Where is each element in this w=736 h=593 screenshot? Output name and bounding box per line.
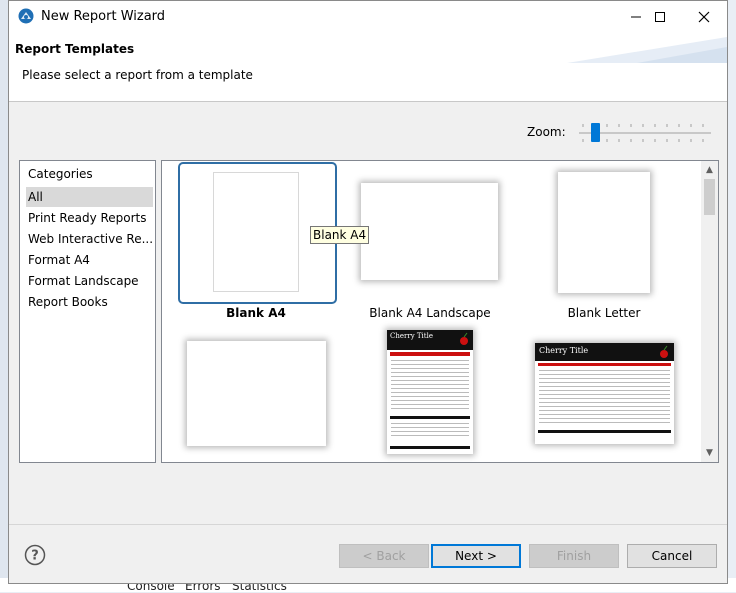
cancel-button[interactable]: Cancel xyxy=(627,544,717,568)
cherry-icon xyxy=(660,345,668,358)
scroll-up-icon[interactable]: ▲ xyxy=(704,163,715,177)
template-thumbnail xyxy=(187,341,326,446)
new-report-wizard-dialog: New Report Wizard Report Templates Pleas… xyxy=(8,0,728,584)
zoom-slider[interactable] xyxy=(579,121,711,145)
template-thumbnail: Cherry Title xyxy=(535,343,674,444)
button-bar-separator xyxy=(9,524,727,525)
title-bar: New Report Wizard xyxy=(9,1,727,33)
page-title: Report Templates xyxy=(15,42,135,56)
maximize-button[interactable] xyxy=(637,1,683,33)
next-button[interactable]: Next > xyxy=(431,544,521,568)
template-label: Blank Letter xyxy=(567,306,641,320)
cherry-title-text: Cherry Title xyxy=(390,332,433,340)
close-icon xyxy=(698,11,710,23)
cherry-red-band xyxy=(390,352,470,356)
close-button[interactable] xyxy=(681,1,727,33)
maximize-icon xyxy=(655,12,665,22)
wizard-header: Report Templates Please select a report … xyxy=(9,33,727,102)
category-item-web-interactive-reports[interactable]: Web Interactive Re... xyxy=(26,229,153,249)
category-item-print-ready-reports[interactable]: Print Ready Reports xyxy=(26,208,153,228)
template-label: Blank A4 xyxy=(226,306,286,320)
templates-gallery: Blank A4 Blank A4 Landscape Blank Letter… xyxy=(161,160,719,463)
category-item-report-books[interactable]: Report Books xyxy=(26,292,153,312)
help-icon[interactable]: ? xyxy=(24,544,46,566)
template-thumbnail xyxy=(361,183,498,280)
zoom-slider-thumb[interactable] xyxy=(591,123,600,142)
category-item-format-a4[interactable]: Format A4 xyxy=(26,250,153,270)
finish-button[interactable]: Finish xyxy=(529,544,619,568)
template-label: Blank A4 Landscape xyxy=(369,306,491,320)
scrollbar-thumb[interactable] xyxy=(704,179,715,215)
categories-header: Categories xyxy=(28,167,93,181)
svg-text:?: ? xyxy=(31,549,39,564)
wizard-app-icon xyxy=(18,8,34,24)
template-thumbnail xyxy=(213,172,299,292)
cherry-title-text: Cherry Title xyxy=(539,346,589,355)
header-decoration xyxy=(567,37,727,63)
cherry-icon xyxy=(460,332,468,345)
template-thumbnail xyxy=(558,172,650,293)
category-item-format-landscape[interactable]: Format Landscape xyxy=(26,271,153,291)
category-item-all[interactable]: All xyxy=(26,187,153,207)
background-editor-edge xyxy=(0,0,8,592)
back-button[interactable]: < Back xyxy=(339,544,429,568)
templates-scrollbar[interactable]: ▲ ▼ xyxy=(701,161,718,462)
template-tooltip: Blank A4 xyxy=(310,226,370,244)
zoom-label: Zoom: xyxy=(527,125,566,139)
template-thumbnail: Cherry Title xyxy=(387,330,473,454)
page-description: Please select a report from a template xyxy=(22,68,253,82)
categories-list: Categories All Print Ready Reports Web I… xyxy=(19,160,156,463)
cherry-red-band xyxy=(538,363,671,366)
cherry-header-bar: Cherry Title xyxy=(535,343,674,361)
scroll-down-icon[interactable]: ▼ xyxy=(704,446,715,460)
cherry-header-bar: Cherry Title xyxy=(387,330,473,350)
window-title: New Report Wizard xyxy=(41,9,166,24)
